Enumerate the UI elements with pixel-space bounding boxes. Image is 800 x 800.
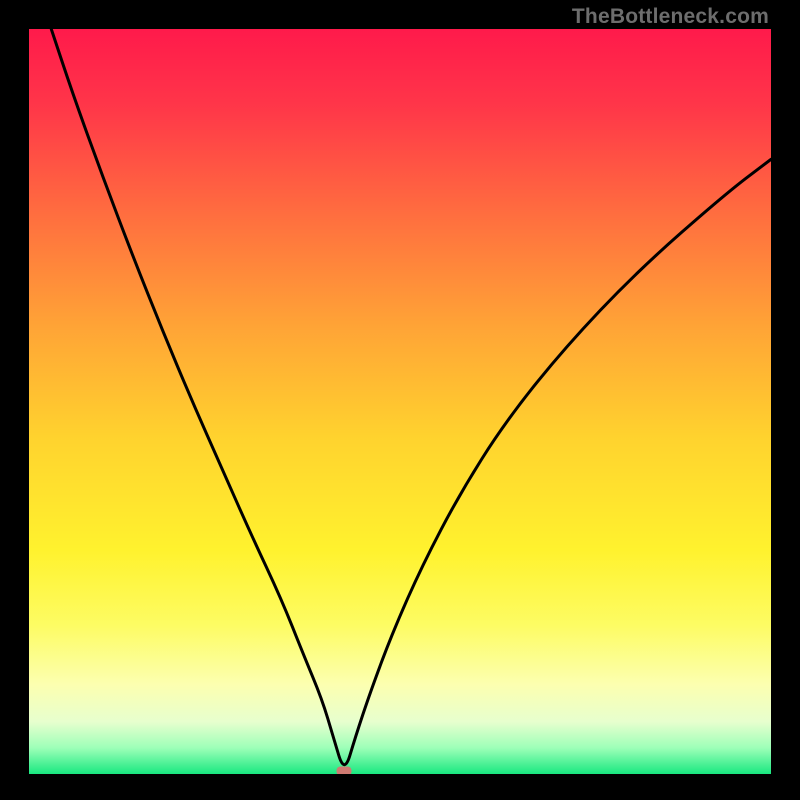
minimum-marker [337,767,352,775]
bottleneck-curve [29,29,771,774]
plot-area [29,29,771,774]
watermark-text: TheBottleneck.com [572,5,769,29]
chart-frame: TheBottleneck.com [0,0,800,800]
